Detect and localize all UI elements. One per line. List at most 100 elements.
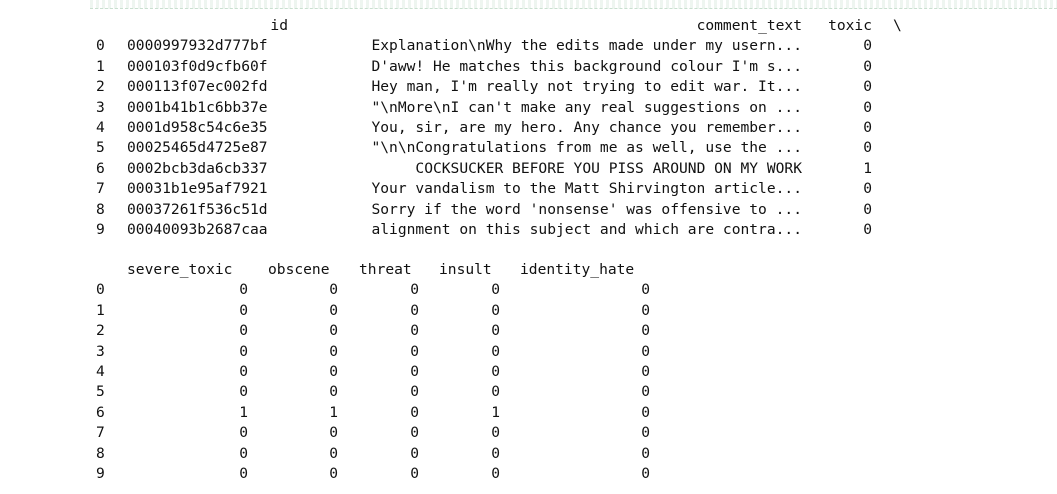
severe-toxic-cell: 0 bbox=[239, 445, 248, 462]
insult-cell: 0 bbox=[491, 363, 500, 380]
threat-cell: 0 bbox=[410, 363, 419, 380]
id-cell: 0001b41b1c6bb37e bbox=[127, 99, 268, 116]
column-header-toxic: toxic bbox=[828, 17, 872, 34]
column-header-obscene: obscene bbox=[268, 261, 330, 278]
identity-hate-cell: 0 bbox=[641, 302, 650, 319]
column-header-identity-hate: identity_hate bbox=[520, 261, 635, 278]
column-header-comment-text: comment_text bbox=[696, 17, 802, 34]
comment-text-cell: "\n\nCongratulations from me as well, us… bbox=[371, 139, 802, 156]
toxic-cell: 0 bbox=[863, 201, 872, 218]
insult-cell: 0 bbox=[491, 343, 500, 360]
insult-cell: 0 bbox=[491, 465, 500, 482]
identity-hate-cell: 0 bbox=[641, 343, 650, 360]
comment-text-cell: COCKSUCKER BEFORE YOU PISS AROUND ON MY … bbox=[415, 160, 802, 177]
identity-hate-cell: 0 bbox=[641, 322, 650, 339]
row-index: 0 bbox=[96, 37, 105, 54]
toxic-cell: 0 bbox=[863, 78, 872, 95]
obscene-cell: 0 bbox=[329, 281, 338, 298]
identity-hate-cell: 0 bbox=[641, 281, 650, 298]
row-index: 0 bbox=[96, 281, 105, 298]
id-cell: 00025465d4725e87 bbox=[127, 139, 268, 156]
row-index: 4 bbox=[96, 363, 105, 380]
insult-cell: 0 bbox=[491, 424, 500, 441]
obscene-cell: 1 bbox=[329, 404, 338, 421]
id-cell: 0002bcb3da6cb337 bbox=[127, 160, 268, 177]
identity-hate-cell: 0 bbox=[641, 445, 650, 462]
identity-hate-cell: 0 bbox=[641, 424, 650, 441]
comment-text-cell: Hey man, I'm really not trying to edit w… bbox=[371, 78, 802, 95]
severe-toxic-cell: 0 bbox=[239, 424, 248, 441]
obscene-cell: 0 bbox=[329, 383, 338, 400]
row-index: 7 bbox=[96, 424, 105, 441]
identity-hate-cell: 0 bbox=[641, 383, 650, 400]
row-index: 2 bbox=[96, 78, 105, 95]
identity-hate-cell: 0 bbox=[641, 363, 650, 380]
row-index: 8 bbox=[96, 201, 105, 218]
row-index: 6 bbox=[96, 404, 105, 421]
obscene-cell: 0 bbox=[329, 322, 338, 339]
obscene-cell: 0 bbox=[329, 465, 338, 482]
insult-cell: 0 bbox=[491, 281, 500, 298]
severe-toxic-cell: 0 bbox=[239, 322, 248, 339]
id-cell: 0000997932d777bf bbox=[127, 37, 268, 54]
row-index: 5 bbox=[96, 139, 105, 156]
comment-text-cell: alignment on this subject and which are … bbox=[371, 221, 802, 238]
threat-cell: 0 bbox=[410, 465, 419, 482]
row-index: 3 bbox=[96, 99, 105, 116]
id-cell: 00031b1e95af7921 bbox=[127, 180, 268, 197]
obscene-cell: 0 bbox=[329, 445, 338, 462]
id-cell: 0001d958c54c6e35 bbox=[127, 119, 268, 136]
column-header-insult: insult bbox=[439, 261, 492, 278]
comment-text-cell: "\nMore\nI can't make any real suggestio… bbox=[371, 99, 802, 116]
column-header-threat: threat bbox=[359, 261, 412, 278]
severe-toxic-cell: 0 bbox=[239, 465, 248, 482]
obscene-cell: 0 bbox=[329, 424, 338, 441]
threat-cell: 0 bbox=[410, 281, 419, 298]
toxic-cell: 0 bbox=[863, 58, 872, 75]
row-index: 2 bbox=[96, 322, 105, 339]
row-index: 9 bbox=[96, 221, 105, 238]
row-index: 9 bbox=[96, 465, 105, 482]
threat-cell: 0 bbox=[410, 383, 419, 400]
comment-text-cell: Your vandalism to the Matt Shirvington a… bbox=[371, 180, 802, 197]
toxic-cell: 0 bbox=[863, 221, 872, 238]
obscene-cell: 0 bbox=[329, 363, 338, 380]
identity-hate-cell: 0 bbox=[641, 465, 650, 482]
toxic-cell: 0 bbox=[863, 180, 872, 197]
threat-cell: 0 bbox=[410, 343, 419, 360]
toxic-cell: 0 bbox=[863, 99, 872, 116]
severe-toxic-cell: 0 bbox=[239, 281, 248, 298]
obscene-cell: 0 bbox=[329, 302, 338, 319]
insult-cell: 0 bbox=[491, 383, 500, 400]
comment-text-cell: Explanation\nWhy the edits made under my… bbox=[371, 37, 802, 54]
row-index: 8 bbox=[96, 445, 105, 462]
row-index: 1 bbox=[96, 302, 105, 319]
row-index: 5 bbox=[96, 383, 105, 400]
threat-cell: 0 bbox=[410, 424, 419, 441]
row-index: 1 bbox=[96, 58, 105, 75]
severe-toxic-cell: 0 bbox=[239, 363, 248, 380]
insult-cell: 1 bbox=[491, 404, 500, 421]
cell-top-border bbox=[90, 0, 1057, 9]
comment-text-cell: Sorry if the word 'nonsense' was offensi… bbox=[371, 201, 802, 218]
severe-toxic-cell: 0 bbox=[239, 302, 248, 319]
column-continuation-marker: \ bbox=[893, 17, 902, 34]
threat-cell: 0 bbox=[410, 302, 419, 319]
id-cell: 00040093b2687caa bbox=[127, 221, 268, 238]
column-header-severe-toxic: severe_toxic bbox=[127, 261, 233, 278]
toxic-cell: 0 bbox=[863, 139, 872, 156]
id-cell: 000103f0d9cfb60f bbox=[127, 58, 268, 75]
row-index: 7 bbox=[96, 180, 105, 197]
row-index: 6 bbox=[96, 160, 105, 177]
row-index: 3 bbox=[96, 343, 105, 360]
column-header-id: id bbox=[270, 17, 288, 34]
threat-cell: 0 bbox=[410, 404, 419, 421]
threat-cell: 0 bbox=[410, 445, 419, 462]
comment-text-cell: D'aww! He matches this background colour… bbox=[371, 58, 802, 75]
id-cell: 00037261f536c51d bbox=[127, 201, 268, 218]
comment-text-cell: You, sir, are my hero. Any chance you re… bbox=[371, 119, 802, 136]
toxic-cell: 1 bbox=[863, 160, 872, 177]
row-index: 4 bbox=[96, 119, 105, 136]
insult-cell: 0 bbox=[491, 302, 500, 319]
id-cell: 000113f07ec002fd bbox=[127, 78, 268, 95]
